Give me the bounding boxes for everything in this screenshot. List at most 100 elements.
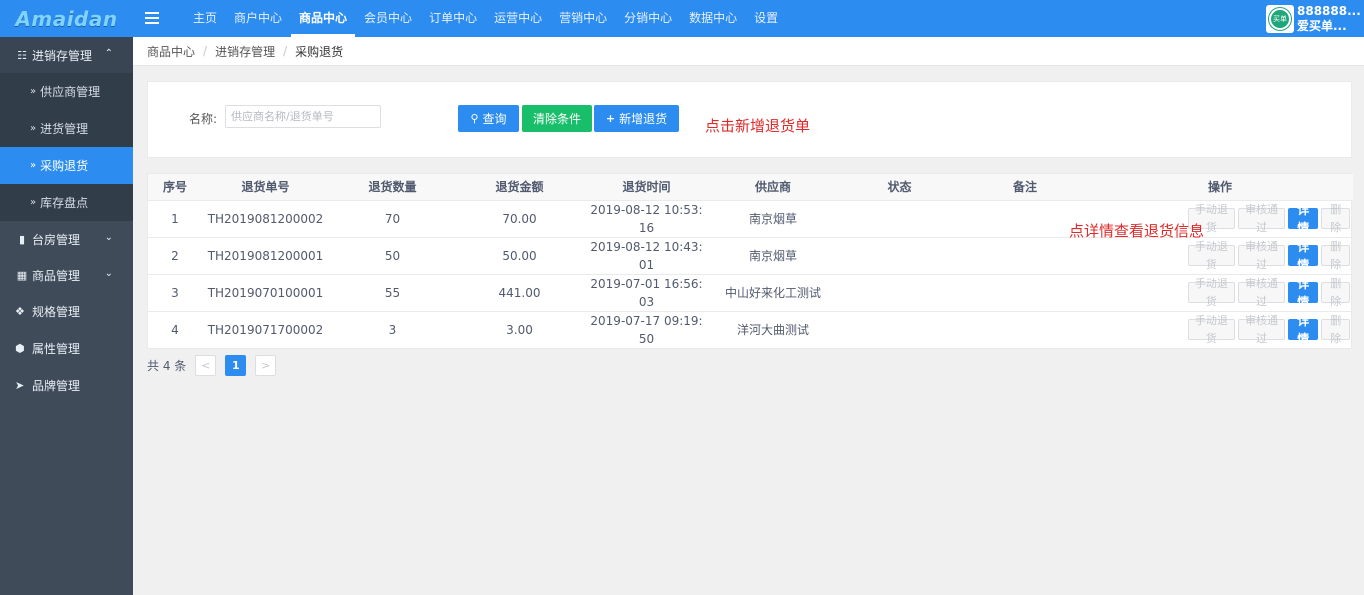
cell-amount: 50.00 [456, 237, 583, 275]
sidebar-item-label: 供应商管理 [40, 85, 101, 99]
nav-merchant-center[interactable]: 商户中心 [226, 0, 290, 37]
prev-page-button[interactable]: < [195, 355, 217, 376]
cell-amount: 70.00 [456, 200, 583, 238]
avatar: 买单 [1266, 4, 1294, 33]
col-actions: 操作 [1087, 174, 1353, 201]
user-name: 爱买单... [1297, 18, 1347, 33]
breadcrumb-current: 采购退货 [295, 44, 344, 59]
sidebar-group-label: 台房管理 [32, 232, 81, 247]
nav-operation-center[interactable]: 运营中心 [486, 0, 550, 37]
sidebar-item-label: 规格管理 [32, 305, 81, 319]
col-supplier: 供应商 [710, 174, 836, 201]
sidebar-submenu: » 供应商管理 » 进货管理 » 采购退货 » 库存盘点 [0, 73, 133, 221]
sidebar-item-brand[interactable]: ➤ 品牌管理 [0, 367, 133, 404]
delete-button[interactable]: 删除 [1321, 314, 1350, 345]
sidebar: ☷ 进销存管理 ⌃ » 供应商管理 » 进货管理 » 采购退货 » 库存盘点 ▮… [0, 37, 133, 595]
sidebar-item-label: 进货管理 [40, 122, 89, 136]
nav-member-center[interactable]: 会员中心 [356, 0, 420, 37]
nav-home[interactable]: 主页 [185, 0, 225, 37]
detail-button[interactable]: 详情 [1288, 314, 1319, 346]
sidebar-item-spec[interactable]: ❖ 规格管理 [0, 293, 133, 330]
logo-area[interactable]: Amaidan [0, 0, 133, 37]
avatar-logo-icon: 买单 [1269, 7, 1291, 30]
approve-button[interactable]: 审核通过 [1238, 277, 1286, 308]
query-button-label: 查询 [482, 112, 507, 126]
col-amount: 退货金额 [456, 174, 583, 201]
sidebar-group-label: 商品管理 [32, 268, 81, 283]
nav-settings[interactable]: 设置 [746, 0, 786, 37]
nav-marketing-center[interactable]: 营销中心 [551, 0, 615, 37]
sidebar-item-label: 采购退货 [40, 159, 89, 173]
cell-actions: 手动退货 审核通过 详情 删除 [1087, 237, 1353, 275]
next-page-button[interactable]: > [255, 355, 277, 376]
cell-order-no: TH2019070100001 [202, 274, 329, 312]
cell-quantity: 70 [329, 200, 456, 238]
cell-remark [963, 311, 1087, 348]
delete-button[interactable]: 删除 [1321, 277, 1350, 308]
delete-button[interactable]: 删除 [1321, 203, 1350, 234]
detail-button[interactable]: 详情 [1288, 203, 1319, 235]
top-nav: 主页 商户中心 商品中心 会员中心 订单中心 运营中心 营销中心 分销中心 数据… [185, 0, 787, 37]
search-input[interactable] [225, 105, 381, 128]
sidebar-group-inventory[interactable]: ☷ 进销存管理 ⌃ [0, 37, 133, 73]
chevron-down-icon: ⌄ [104, 268, 113, 279]
sidebar-item-purchase-return[interactable]: » 采购退货 [0, 147, 133, 184]
sidebar-item-purchase[interactable]: » 进货管理 [0, 110, 133, 147]
add-return-button-label: 新增退货 [619, 112, 668, 126]
manual-return-button[interactable]: 手动退货 [1187, 314, 1235, 345]
manual-return-button[interactable]: 手动退货 [1187, 277, 1235, 308]
chevron-up-icon: ⌃ [104, 48, 113, 59]
user-menu[interactable]: 买单 888888... 爱买单... [1266, 0, 1364, 37]
clear-button[interactable]: 清除条件 [522, 105, 592, 132]
menu-toggle-icon[interactable] [145, 10, 163, 26]
cell-quantity: 50 [329, 237, 456, 275]
breadcrumb-item[interactable]: 商品中心 [147, 43, 195, 60]
sidebar-item-supplier[interactable]: » 供应商管理 [0, 73, 133, 110]
cell-index: 2 [148, 237, 202, 275]
col-time: 退货时间 [583, 174, 710, 201]
nav-product-center[interactable]: 商品中心 [291, 0, 356, 37]
sidebar-group-product[interactable]: ▦ 商品管理 ⌄ [0, 257, 133, 293]
query-button[interactable]: ⚲ 查询 [458, 105, 519, 132]
nav-distribution-center[interactable]: 分销中心 [616, 0, 680, 37]
pagination-total: 共 4 条 [147, 359, 187, 373]
cell-quantity: 55 [329, 274, 456, 312]
cell-remark [963, 274, 1087, 312]
pagination: 共 4 条 < 1 > [147, 355, 285, 376]
table-row: 4 TH2019071700002 3 3.00 2019-07-17 09:1… [148, 311, 1353, 348]
col-quantity: 退货数量 [329, 174, 456, 201]
approve-button[interactable]: 审核通过 [1238, 314, 1286, 345]
map-icon: ☷ [17, 48, 27, 62]
nav-order-center[interactable]: 订单中心 [421, 0, 485, 37]
bookmark-icon: ▮ [18, 232, 26, 246]
annotation-detail-hint: 点详情查看退货信息 [1069, 222, 1205, 240]
nav-data-center[interactable]: 数据中心 [681, 0, 745, 37]
col-status: 状态 [836, 174, 963, 201]
detail-button[interactable]: 详情 [1288, 277, 1319, 309]
time-line1: 2019-08-12 10:53: [590, 202, 703, 217]
detail-button[interactable]: 详情 [1288, 240, 1319, 272]
sidebar-group-room[interactable]: ▮ 台房管理 ⌄ [0, 221, 133, 257]
double-chevron-right-icon: » [30, 86, 37, 97]
manual-return-button[interactable]: 手动退货 [1187, 240, 1235, 271]
delete-button[interactable]: 删除 [1321, 240, 1350, 271]
breadcrumb-separator: / [203, 44, 208, 58]
add-return-button[interactable]: + 新增退货 [594, 105, 679, 132]
sidebar-item-attribute[interactable]: ⬢ 属性管理 [0, 330, 133, 367]
cell-supplier: 中山好来化工测试 [710, 274, 836, 312]
table-row: 2 TH2019081200001 50 50.00 2019-08-12 10… [148, 237, 1353, 275]
sidebar-item-stocktake[interactable]: » 库存盘点 [0, 184, 133, 221]
cell-actions: 手动退货 审核通过 详情 删除 [1087, 274, 1353, 312]
cell-remark [963, 237, 1087, 275]
page-button-current[interactable]: 1 [225, 355, 247, 376]
double-chevron-right-icon: » [30, 197, 37, 208]
user-id: 888888... [1297, 3, 1361, 18]
approve-button[interactable]: 审核通过 [1238, 203, 1286, 234]
approve-button[interactable]: 审核通过 [1238, 240, 1286, 271]
breadcrumb-item[interactable]: 进销存管理 [215, 43, 275, 60]
search-icon: ⚲ [470, 112, 479, 125]
plus-icon: + [605, 112, 616, 125]
breadcrumb-separator: / [283, 44, 288, 58]
cell-supplier: 南京烟草 [710, 200, 836, 238]
time-line2: 16 [638, 220, 655, 235]
